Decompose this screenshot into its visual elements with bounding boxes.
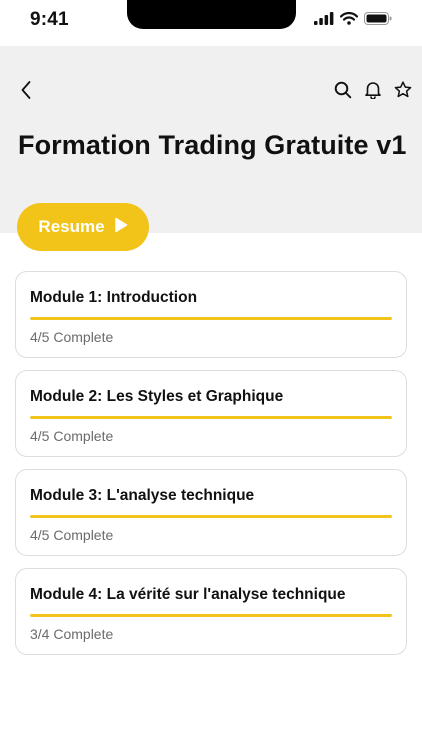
device-notch (127, 0, 296, 29)
module-status: 4/5 Complete (30, 329, 114, 345)
star-icon (394, 81, 412, 103)
module-card[interactable]: Module 1: Introduction 4/5 Complete (15, 271, 407, 358)
module-progress-fill (30, 317, 392, 320)
module-status: 4/5 Complete (30, 527, 114, 543)
module-progress-bar (30, 317, 392, 320)
notifications-button[interactable] (358, 80, 388, 104)
wifi-icon (339, 12, 359, 30)
bell-icon (364, 80, 382, 104)
resume-button[interactable]: Resume (17, 203, 149, 251)
battery-icon (364, 12, 392, 30)
module-status: 4/5 Complete (30, 428, 114, 444)
search-button[interactable] (328, 80, 358, 104)
module-progress-bar (30, 614, 392, 617)
search-icon (334, 81, 352, 104)
module-title: Module 4: La vérité sur l'analyse techni… (30, 586, 346, 603)
status-time: 9:41 (30, 9, 69, 30)
module-card[interactable]: Module 2: Les Styles et Graphique 4/5 Co… (15, 370, 407, 457)
module-progress-fill (30, 614, 392, 617)
module-list: Module 1: Introduction 4/5 Complete Modu… (15, 271, 407, 667)
resume-button-label: Resume (38, 217, 105, 236)
cellular-signal-icon (314, 12, 334, 30)
header-actions (328, 80, 418, 104)
module-card[interactable]: Module 3: L'analyse technique 4/5 Comple… (15, 469, 407, 556)
module-title: Module 2: Les Styles et Graphique (30, 388, 284, 405)
page-title: Formation Trading Gratuite v1 (18, 130, 407, 160)
module-card[interactable]: Module 4: La vérité sur l'analyse techni… (15, 568, 407, 655)
favorite-button[interactable] (388, 80, 418, 104)
status-icons (314, 12, 392, 30)
module-progress-bar (30, 515, 392, 518)
status-bar: 9:41 (0, 0, 422, 46)
module-progress-fill (30, 515, 392, 518)
module-title: Module 3: L'analyse technique (30, 487, 255, 504)
module-title: Module 1: Introduction (30, 289, 198, 306)
module-status: 3/4 Complete (30, 626, 114, 642)
back-button[interactable] (14, 80, 38, 104)
play-icon (114, 217, 128, 238)
chevron-left-icon (20, 80, 32, 105)
module-progress-bar (30, 416, 392, 419)
module-progress-fill (30, 416, 392, 419)
